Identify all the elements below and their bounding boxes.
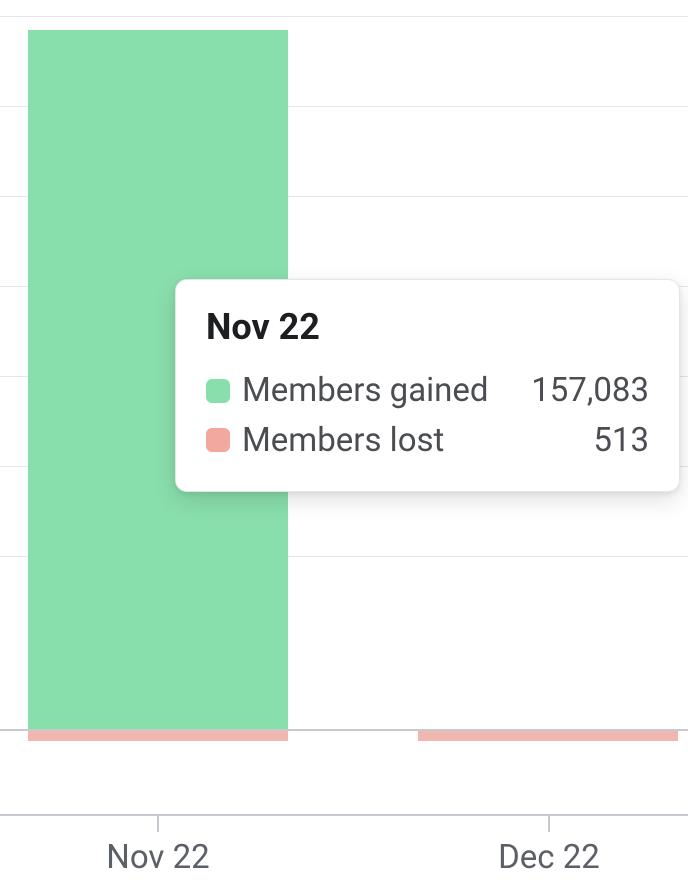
x-axis-line — [0, 814, 688, 816]
chart-tooltip: Nov 22 Members gained 157,083 Members lo… — [175, 279, 680, 492]
tooltip-label: Members gained — [242, 366, 511, 416]
swatch-lost-icon — [206, 428, 230, 452]
gridline — [0, 16, 688, 17]
x-axis-tick — [157, 814, 159, 832]
tooltip-value: 157,083 — [531, 366, 649, 416]
swatch-gained-icon — [206, 379, 230, 403]
tooltip-row-lost: Members lost 513 — [206, 416, 649, 466]
x-axis-label: Nov 22 — [106, 838, 209, 877]
tooltip-label: Members lost — [242, 416, 573, 466]
x-axis-tick — [548, 814, 550, 832]
tooltip-title: Nov 22 — [206, 306, 649, 348]
tooltip-value: 513 — [593, 416, 649, 466]
tooltip-row-gained: Members gained 157,083 — [206, 366, 649, 416]
chart-baseline — [0, 729, 688, 731]
x-axis-label: Dec 22 — [498, 838, 600, 877]
bar-members-lost-nov[interactable] — [28, 731, 288, 741]
bar-members-lost-dec[interactable] — [418, 731, 678, 741]
